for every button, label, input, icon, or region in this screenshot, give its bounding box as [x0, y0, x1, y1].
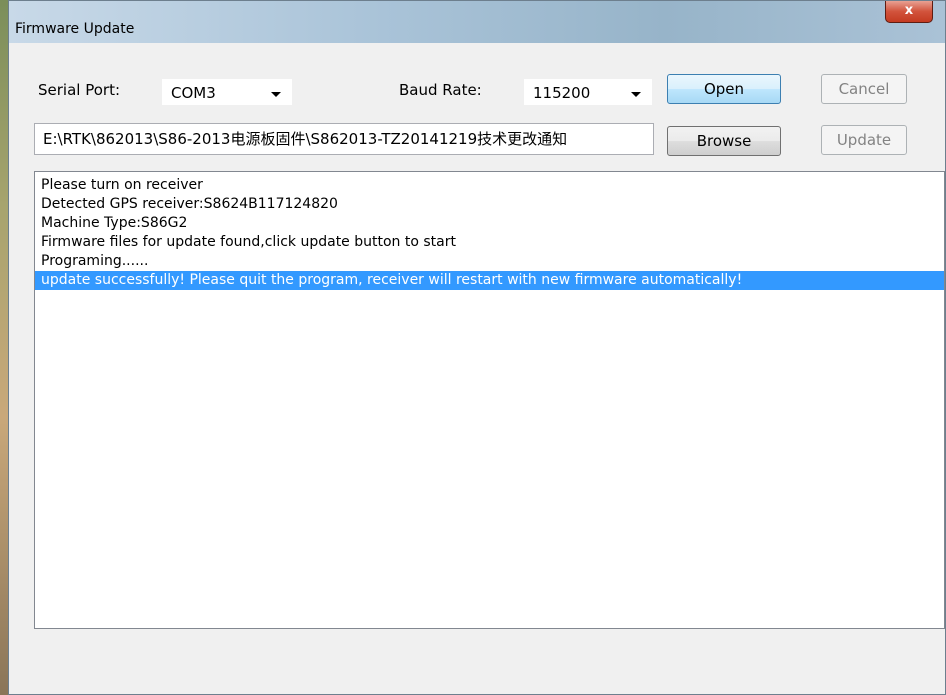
firmware-path-field[interactable]: E:\RTK\862013\S86-2013电源板固件\S862013-TZ20…: [34, 123, 654, 155]
baud-rate-select[interactable]: 115200: [524, 79, 652, 105]
chevron-down-icon: [271, 92, 281, 97]
open-button[interactable]: Open: [667, 74, 781, 104]
log-line[interactable]: Programing......: [39, 252, 944, 271]
log-line-selected[interactable]: update successfully! Please quit the pro…: [35, 271, 944, 290]
log-line[interactable]: Please turn on receiver: [39, 176, 944, 195]
log-line[interactable]: Detected GPS receiver:S8624B117124820: [39, 195, 944, 214]
cancel-button[interactable]: Cancel: [821, 74, 907, 104]
dialog-client-area: Serial Port: COM3 Baud Rate: 115200 Open…: [17, 43, 945, 694]
serial-port-select[interactable]: COM3: [162, 79, 292, 105]
log-line[interactable]: Machine Type:S86G2: [39, 214, 944, 233]
chevron-down-icon: [631, 92, 641, 97]
serial-port-value: COM3: [171, 84, 216, 102]
window-title: Firmware Update: [15, 21, 135, 37]
browse-button[interactable]: Browse: [667, 126, 781, 156]
log-list[interactable]: Please turn on receiver Detected GPS rec…: [34, 171, 945, 629]
close-icon: x: [904, 3, 914, 18]
serial-port-label: Serial Port:: [38, 81, 121, 99]
firmware-update-window: Firmware Update x Serial Port: COM3 Baud…: [8, 0, 946, 695]
title-bar[interactable]: Firmware Update x: [9, 1, 945, 43]
baud-rate-label: Baud Rate:: [399, 81, 482, 99]
log-line[interactable]: Firmware files for update found,click up…: [39, 233, 944, 252]
update-button[interactable]: Update: [821, 125, 907, 155]
baud-rate-value: 115200: [533, 84, 591, 102]
close-button[interactable]: x: [885, 1, 933, 23]
